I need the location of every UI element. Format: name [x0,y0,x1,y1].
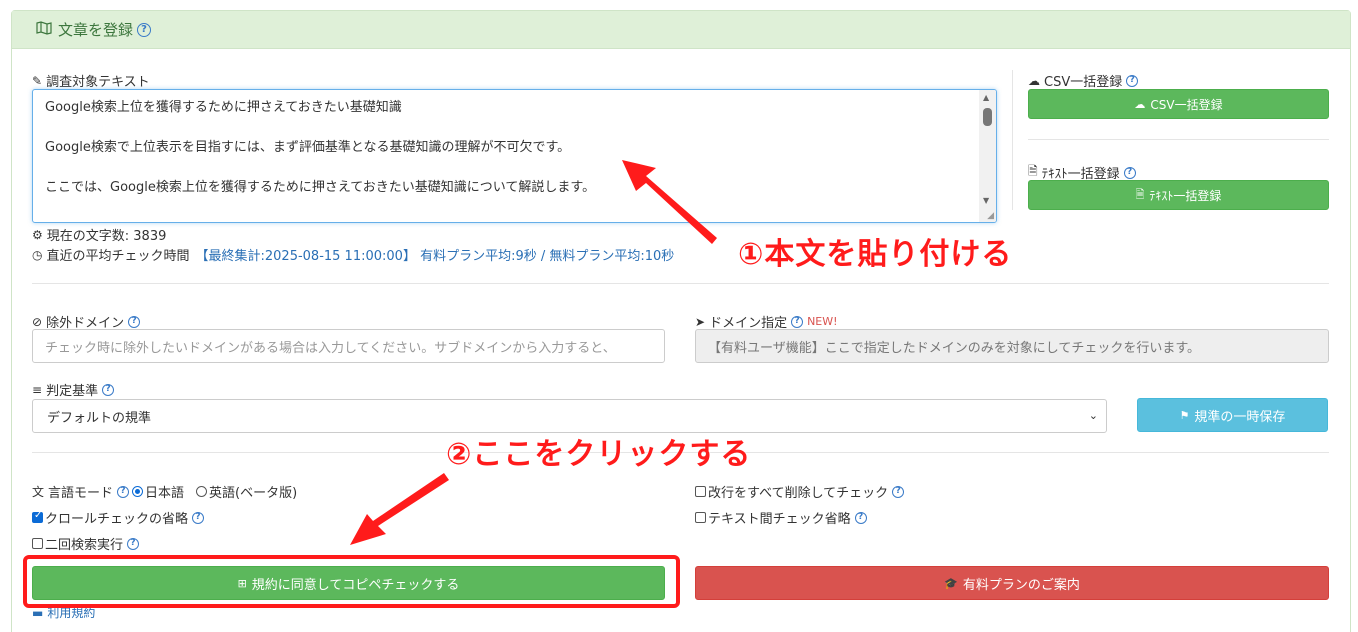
annotation-step2: ②ここをクリックする [446,437,752,472]
annotation-step1: ①本文を貼り付ける [738,237,1013,272]
arrow-to-button [350,473,449,545]
annotation-arrows [350,160,717,545]
arrow-to-textarea [622,160,717,244]
